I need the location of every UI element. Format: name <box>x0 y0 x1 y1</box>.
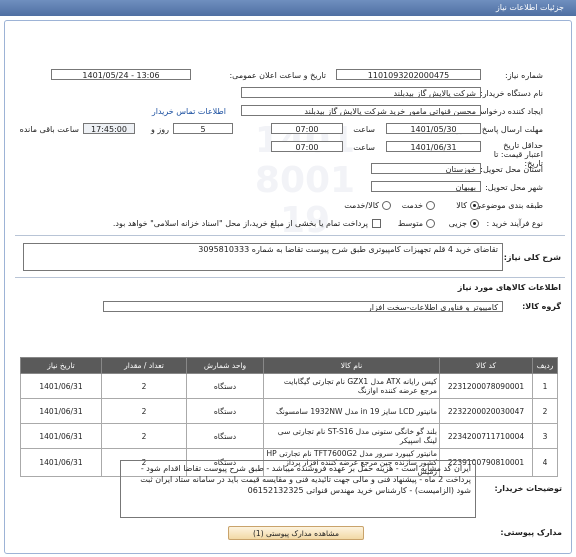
table-row[interactable]: 3 2234200711710004 بلند گو خانگی ستونی م… <box>20 423 558 449</box>
days-label: روز و <box>151 125 169 134</box>
cell-name: مانیتور LCD سایز 19 in مدل 1932NW سامسون… <box>263 398 440 424</box>
remaining-time-field[interactable]: 17:45:00 <box>83 123 135 134</box>
cell-qty: 2 <box>101 398 187 424</box>
category-goods-label: کالا <box>456 201 467 210</box>
province-field[interactable]: خوزستان <box>371 163 481 174</box>
goods-group-field[interactable]: کامپیوتر و فناوری اطلاعات-سخت افزار <box>103 301 503 312</box>
deadline-time-field[interactable]: 07:00 <box>271 123 343 134</box>
cell-name: کیس رایانه ATX مدل GZX1 نام تجارتی گیگاب… <box>263 373 440 399</box>
summary-field[interactable]: تقاضای خرید 4 قلم تجهیزات کامپیوتری طبق … <box>23 243 503 271</box>
goods-section-title: اطلاعات کالاهای مورد نیاز <box>457 283 561 292</box>
contact-buyer-link[interactable]: اطلاعات تماس خریدار <box>152 107 226 116</box>
treasury-payment-checkbox[interactable] <box>372 219 381 228</box>
cell-code: 2234200711710004 <box>439 423 533 449</box>
cell-row: 2 <box>532 398 558 424</box>
category-service-radio[interactable] <box>426 201 435 210</box>
announce-label: تاریخ و ساعت اعلان عمومی: <box>229 71 326 80</box>
goods-table: ردیف کد کالا نام کالا واحد شمارش تعداد /… <box>20 357 558 477</box>
cell-name: بلند گو خانگی ستونی مدل ST-S16 نام تجارت… <box>263 423 440 449</box>
category-label: طبقه بندی موضوعی: <box>472 201 543 210</box>
days-remaining-field[interactable]: 5 <box>173 123 233 134</box>
summary-label: شرح کلی نیاز: <box>503 253 561 262</box>
requester-field[interactable]: محسن قنواتی مامور خرید شرکت پالایش گاز ب… <box>241 105 481 116</box>
category-goods-service-label: کالا/خدمت <box>344 201 379 210</box>
cell-date: 1401/06/31 <box>20 423 102 449</box>
col-name-header: نام کالا <box>263 357 440 374</box>
cell-date: 1401/06/31 <box>20 398 102 424</box>
validity-time-label: ساعت <box>353 143 375 152</box>
header-bar: جزئیات اطلاعات نیاز <box>0 0 576 16</box>
buyer-notes-label: توضیحات خریدار: <box>494 484 562 493</box>
city-field[interactable]: بهبهان <box>371 181 481 192</box>
process-minor-label: جزیی <box>448 219 467 228</box>
cell-code: 2231200078090001 <box>439 373 533 399</box>
cell-code: 2232200020030047 <box>439 398 533 424</box>
cell-date: 1401/06/31 <box>20 448 102 477</box>
col-code-header: کد کالا <box>439 357 533 374</box>
validity-date-field[interactable]: 1401/06/31 <box>386 141 481 152</box>
buyer-field[interactable]: شرکت پالایش گاز بیدبلند <box>241 87 481 98</box>
treasury-payment-note: پرداخت تمام یا بخشی از مبلغ خرید،از محل … <box>112 219 368 228</box>
table-row[interactable]: 1 2231200078090001 کیس رایانه ATX مدل GZ… <box>20 373 558 399</box>
attachments-label: مدارک پیوستی: <box>500 528 562 537</box>
table-row[interactable]: 2 2232200020030047 مانیتور LCD سایز 19 i… <box>20 398 558 424</box>
buyer-notes-field[interactable]: ایران کد مشابه است - هزینه حمل بر عهده ف… <box>120 460 476 518</box>
cell-unit: دستگاه <box>186 373 264 399</box>
cell-row: 1 <box>532 373 558 399</box>
goods-table-header: ردیف کد کالا نام کالا واحد شمارش تعداد /… <box>20 357 558 374</box>
process-label: نوع فرآیند خرید : <box>486 219 543 228</box>
divider <box>15 235 565 236</box>
process-minor-radio[interactable] <box>470 219 479 228</box>
deadline-time-label: ساعت <box>353 125 375 134</box>
cell-qty: 2 <box>101 373 187 399</box>
cell-unit: دستگاه <box>186 398 264 424</box>
cell-qty: 2 <box>101 423 187 449</box>
divider <box>15 277 565 278</box>
cell-unit: دستگاه <box>186 423 264 449</box>
city-label: شهر محل تحویل: <box>485 183 543 192</box>
cell-date: 1401/06/31 <box>20 373 102 399</box>
category-goods-service-radio[interactable] <box>382 201 391 210</box>
announce-date-field[interactable]: 1401/05/24 - 13:06 <box>51 69 191 80</box>
buyer-label: نام دستگاه خریدار: <box>480 89 543 98</box>
need-number-field[interactable]: 1101093202000475 <box>336 69 481 80</box>
col-unit-header: واحد شمارش <box>186 357 264 374</box>
remaining-label: ساعت باقی مانده <box>19 125 79 134</box>
col-row-header: ردیف <box>532 357 558 374</box>
province-label: استان محل تحویل: <box>480 165 543 174</box>
category-service-label: خدمت <box>401 201 423 210</box>
page-title: جزئیات اطلاعات نیاز <box>495 3 564 12</box>
validity-time-field[interactable]: 07:00 <box>271 141 343 152</box>
col-date-header: تاریخ نیاز <box>20 357 102 374</box>
deadline-date-field[interactable]: 1401/05/30 <box>386 123 481 134</box>
page: جزئیات اطلاعات نیاز 1401800119 شماره نیا… <box>0 0 576 557</box>
goods-group-label: گروه کالا: <box>522 302 561 311</box>
cell-row: 4 <box>532 448 558 477</box>
category-goods-radio[interactable] <box>470 201 479 210</box>
validity-label: حداقل تاریخ اعتبار قیمت: تا تاریخ: <box>493 141 543 168</box>
process-medium-radio[interactable] <box>426 219 435 228</box>
need-number-label: شماره نیاز: <box>505 71 543 80</box>
process-medium-label: متوسط <box>397 219 423 228</box>
view-attachments-button[interactable]: مشاهده مدارک پیوستی (1) <box>228 526 364 540</box>
cell-row: 3 <box>532 423 558 449</box>
col-qty-header: تعداد / مقدار <box>101 357 187 374</box>
